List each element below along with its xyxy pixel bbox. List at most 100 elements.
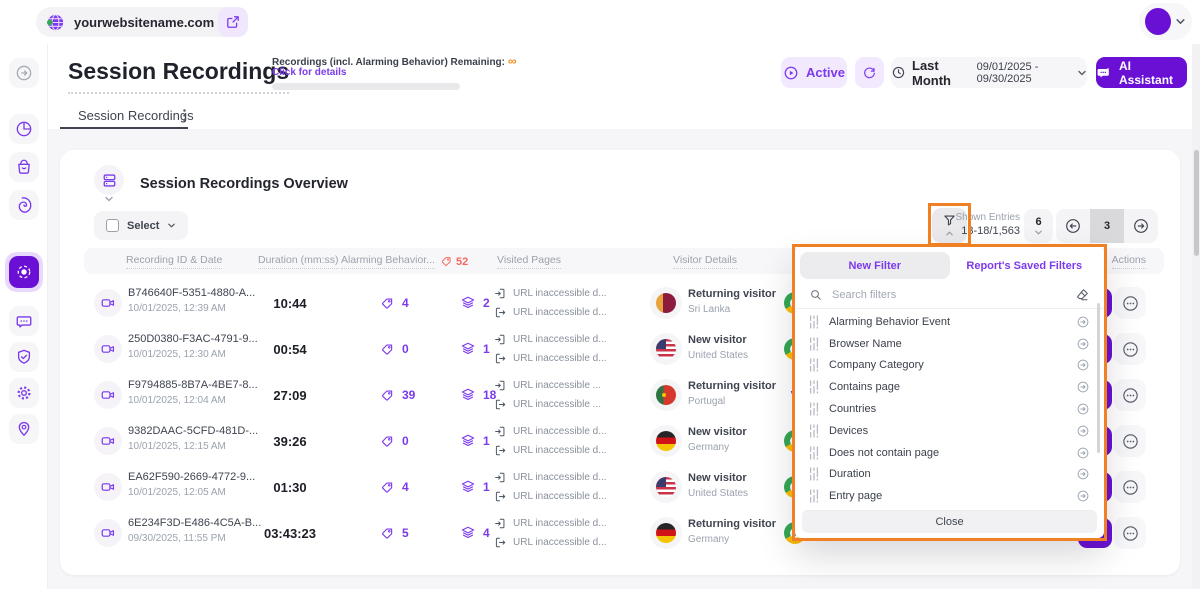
sidebar-item-collapse[interactable]	[9, 58, 39, 88]
filter-item[interactable]: Does not contain page	[795, 442, 1104, 464]
drag-handle-icon[interactable]	[809, 402, 819, 416]
visitor-details-cell: Returning visitor Germany	[688, 518, 776, 545]
entry-url: URL inaccessible d...	[513, 518, 607, 529]
drag-handle-icon[interactable]	[809, 380, 819, 394]
filter-item[interactable]: Duration	[795, 463, 1104, 485]
filter-search-input[interactable]	[832, 289, 1066, 301]
drag-handle-icon[interactable]	[809, 467, 819, 481]
sidebar-item-funnels[interactable]	[9, 190, 39, 220]
recording-id[interactable]: 9382DAAC-5CFD-481D-...	[128, 425, 258, 437]
website-selector[interactable]: yourwebsitename.com	[36, 7, 248, 37]
col-alarming-behavior[interactable]: Alarming Behavior... 52	[341, 254, 468, 269]
row-actions-button[interactable]	[1114, 425, 1146, 457]
visited-pages-cell: 18	[460, 372, 496, 418]
alarming-count-cell: 4	[380, 280, 409, 326]
entry-url: URL inaccessible d...	[513, 426, 607, 437]
arrow-right-circle-icon[interactable]	[1076, 402, 1090, 416]
recording-id[interactable]: 250D0380-F3AC-4791-9...	[128, 333, 258, 345]
filter-item[interactable]: Company Category	[795, 355, 1104, 377]
recording-id[interactable]: EA62F590-2669-4772-9...	[128, 471, 255, 483]
drag-handle-icon[interactable]	[809, 337, 819, 351]
filter-item[interactable]: Entry page	[795, 485, 1104, 507]
recording-id[interactable]: 6E234F3D-E486-4C5A-B...	[128, 517, 261, 529]
funnel-spiral-icon	[15, 196, 33, 214]
sidebar-item-settings[interactable]	[9, 378, 39, 408]
filter-item[interactable]: Contains page	[795, 376, 1104, 398]
arrow-right-circle-icon[interactable]	[1076, 424, 1090, 438]
tab-new-filter[interactable]: New Filter	[800, 252, 950, 279]
arrow-left-circle-icon	[1064, 217, 1082, 235]
video-camera-icon	[100, 525, 116, 541]
tab-saved-filters[interactable]: Report's Saved Filters	[950, 252, 1100, 279]
sidebar-item-session-recordings-active[interactable]	[5, 252, 43, 292]
drag-handle-icon[interactable]	[809, 358, 819, 372]
drag-handle-icon[interactable]	[809, 315, 819, 329]
visitor-country: United States	[688, 488, 748, 499]
next-page-button[interactable]	[1124, 209, 1158, 243]
ai-assistant-button[interactable]: AI Assistant	[1096, 57, 1187, 88]
date-range-selector[interactable]: Last Month 09/01/2025 - 09/30/2025	[891, 57, 1087, 88]
alarming-count-cell: 39	[380, 372, 415, 418]
row-actions-button[interactable]	[1114, 379, 1146, 411]
row-actions-button[interactable]	[1114, 333, 1146, 365]
select-checkbox[interactable]	[106, 219, 119, 232]
exit-url: URL inaccessible d...	[513, 445, 607, 456]
arrow-right-circle-icon[interactable]	[1076, 337, 1090, 351]
previous-page-button[interactable]	[1056, 209, 1090, 243]
filter-item[interactable]: Browser Name	[795, 333, 1104, 355]
exit-url: URL inaccessible d...	[513, 307, 607, 318]
sidebar-item-journeys[interactable]	[9, 414, 39, 444]
arrow-right-circle-icon[interactable]	[1076, 467, 1090, 481]
click-for-details-link[interactable]: Click for details	[272, 67, 346, 78]
sidebar-item-feedback[interactable]	[9, 306, 39, 336]
filter-list-scrollbar[interactable]	[1097, 303, 1100, 453]
col-actions[interactable]: Actions	[1112, 254, 1146, 269]
clear-search-eraser-icon[interactable]	[1075, 287, 1090, 302]
arrow-right-circle-icon[interactable]	[1076, 315, 1090, 329]
col-recording-id[interactable]: Recording ID & Date	[126, 254, 222, 269]
arrow-right-circle-icon[interactable]	[1076, 446, 1090, 460]
sidebar-item-privacy[interactable]	[9, 342, 39, 372]
page-scrollbar-track[interactable]	[1192, 44, 1200, 589]
globe-icon	[46, 13, 65, 32]
exit-page-icon	[494, 490, 507, 503]
filter-item[interactable]: Countries	[795, 398, 1104, 420]
overview-dropdown-button[interactable]	[94, 165, 124, 195]
exit-page-icon	[494, 352, 507, 365]
remaining-progress-bar	[272, 83, 460, 90]
entry-exit-urls: URL inaccessible d... URL inaccessible d…	[494, 510, 607, 556]
page-size-selector[interactable]: 6	[1024, 209, 1053, 243]
refresh-button[interactable]	[855, 57, 884, 88]
arrow-right-circle-icon[interactable]	[1076, 489, 1090, 503]
row-actions-button[interactable]	[1114, 287, 1146, 319]
row-actions-button[interactable]	[1114, 517, 1146, 549]
tab-options-kebab-icon[interactable]	[177, 107, 191, 123]
close-filter-button[interactable]: Close	[802, 510, 1097, 533]
arrow-right-circle-icon[interactable]	[1076, 380, 1090, 394]
filter-item[interactable]: Devices	[795, 420, 1104, 442]
visitor-country: Germany	[688, 442, 747, 453]
page-scrollbar-thumb[interactable]	[1194, 150, 1199, 256]
filter-item[interactable]: Alarming Behavior Event	[795, 311, 1104, 333]
drag-handle-icon[interactable]	[809, 424, 819, 438]
sidebar-item-conversions[interactable]	[9, 152, 39, 182]
recording-id[interactable]: B746640F-5351-4880-A...	[128, 287, 255, 299]
exit-url: URL inaccessible d...	[513, 491, 607, 502]
col-visited-pages[interactable]: Visited Pages	[497, 254, 561, 269]
arrow-right-circle-icon[interactable]	[1076, 358, 1090, 372]
row-actions-button[interactable]	[1114, 471, 1146, 503]
visitor-type: Returning visitor	[688, 380, 776, 392]
user-menu[interactable]	[1139, 3, 1192, 40]
entry-page-icon	[494, 379, 507, 392]
drag-handle-icon[interactable]	[809, 489, 819, 503]
sidebar-item-analytics[interactable]	[9, 114, 39, 144]
active-status-button[interactable]: Active	[781, 57, 847, 88]
col-duration[interactable]: Duration (mm:ss)	[258, 254, 339, 269]
select-button[interactable]: Select	[94, 211, 188, 240]
recording-id[interactable]: F9794885-8B7A-4BE7-8...	[128, 379, 258, 391]
entry-exit-urls: URL inaccessible d... URL inaccessible d…	[494, 280, 607, 326]
duration-value: 27:09	[244, 372, 336, 418]
drag-handle-icon[interactable]	[809, 446, 819, 460]
open-website-button[interactable]	[218, 7, 248, 37]
col-visitor-details[interactable]: Visitor Details	[673, 254, 737, 269]
